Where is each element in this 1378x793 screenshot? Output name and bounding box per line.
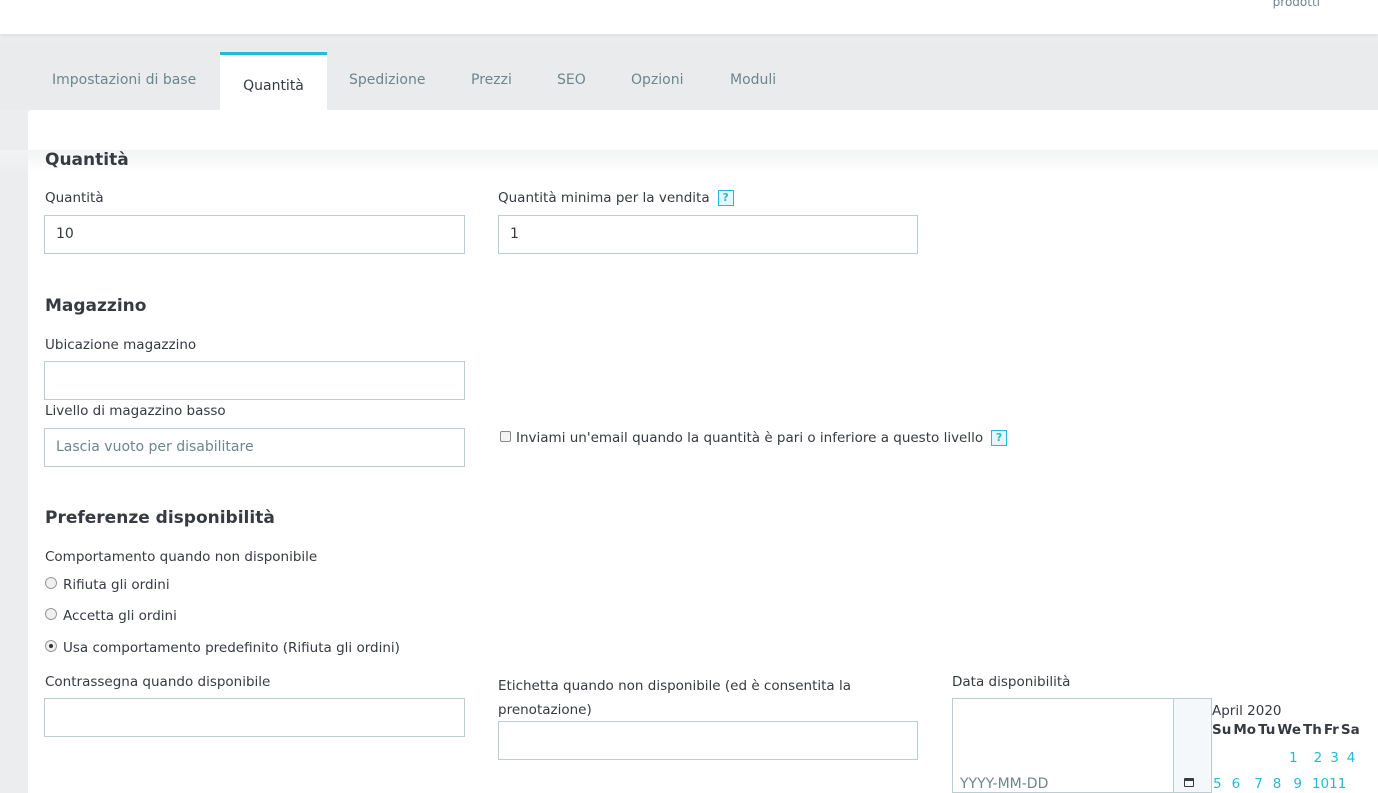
out-of-stock-label-line2: prenotazione) [498, 702, 592, 718]
day-cell[interactable]: 11 [1329, 776, 1346, 792]
weekday: Th [1302, 722, 1322, 738]
day-cell[interactable]: 6 [1232, 776, 1241, 792]
tab-seo[interactable]: SEO [536, 52, 607, 110]
weekday: We [1277, 722, 1301, 738]
stock-location-input[interactable] [44, 361, 465, 400]
tab-quantities[interactable]: Quantità [220, 52, 327, 110]
low-stock-input[interactable]: Lascia vuoto per disabilitare [44, 428, 465, 467]
in-stock-input[interactable] [44, 698, 465, 737]
date-placeholder: YYYY-MM-DD [960, 776, 1049, 792]
tab-prices[interactable]: Prezzi [450, 52, 533, 110]
weekday: Mo [1233, 722, 1257, 738]
day-cell[interactable]: 10 [1312, 776, 1329, 792]
quantities-heading: Quantità [45, 150, 129, 170]
out-of-stock-label: Etichetta quando non disponibile (ed è c… [498, 674, 918, 722]
weekday: Tu [1258, 722, 1276, 738]
day-cell[interactable]: 1 [1289, 750, 1298, 766]
radio-label: Rifiuta gli ordini [63, 577, 170, 593]
product-tabs: Impostazioni di base Quantità Spedizione… [0, 44, 1378, 110]
availability-heading: Preferenze disponibilità [45, 508, 275, 528]
radio-button[interactable] [45, 608, 57, 620]
radio-deny-orders[interactable]: Rifiuta gli ordini [45, 577, 170, 593]
tab-modules[interactable]: Moduli [709, 52, 797, 110]
weekday: Fr [1323, 722, 1339, 738]
day-cell[interactable]: 5 [1213, 776, 1222, 792]
min-quantity-input[interactable]: 1 [498, 215, 918, 254]
day-cell[interactable]: 4 [1347, 750, 1356, 766]
stock-location-label: Ubicazione magazzino [45, 337, 197, 353]
quantity-label: Quantità [45, 190, 104, 206]
day-cell[interactable]: 2 [1314, 750, 1323, 766]
radio-label: Accetta gli ordini [63, 608, 177, 624]
tab-basic-settings[interactable]: Impostazioni di base [31, 52, 217, 110]
out-of-stock-input[interactable] [498, 721, 918, 760]
email-alert-label: Inviami un'email quando la quantità è pa… [516, 430, 984, 446]
min-quantity-label-text: Quantità minima per la vendita [498, 190, 710, 206]
radio-default-behavior[interactable]: Usa comportamento predefinito (Rifiuta g… [45, 640, 400, 656]
low-stock-label: Livello di magazzino basso [45, 403, 226, 419]
calendar-icon[interactable] [1184, 778, 1194, 787]
datepicker-week-2: 5 6 7 8 9 1011 [1213, 776, 1346, 792]
stock-heading: Magazzino [45, 296, 147, 316]
email-alert-option[interactable]: Inviami un'email quando la quantità è pa… [500, 430, 1008, 446]
out-of-stock-label-line1: Etichetta quando non disponibile (ed è c… [498, 678, 851, 694]
availability-date-label: Data disponibilità [952, 674, 1071, 690]
help-icon[interactable]: ? [991, 430, 1008, 446]
datepicker: April 2020 Su Mo Tu We Th Fr Sa [1212, 700, 1378, 738]
weekday: Sa [1340, 722, 1360, 738]
radio-allow-orders[interactable]: Accetta gli ordini [45, 608, 177, 624]
radio-button[interactable] [45, 577, 57, 589]
radio-label: Usa comportamento predefinito (Rifiuta g… [63, 640, 400, 656]
day-cell[interactable]: 8 [1273, 776, 1282, 792]
day-cell[interactable]: 9 [1293, 776, 1302, 792]
datepicker-week-1: 1234 [1289, 750, 1355, 766]
weekday: Su [1212, 722, 1232, 738]
radio-button-checked[interactable] [45, 640, 57, 652]
quantity-input[interactable]: 10 [44, 215, 465, 254]
tab-options[interactable]: Opzioni [610, 52, 704, 110]
products-link[interactable]: prodotti [1273, 0, 1320, 9]
help-icon[interactable]: ? [717, 190, 734, 206]
day-cell[interactable]: 7 [1254, 776, 1263, 792]
day-cell[interactable]: 3 [1330, 750, 1339, 766]
in-stock-label: Contrassegna quando disponibile [45, 674, 271, 690]
min-quantity-label: Quantità minima per la vendita? [498, 190, 734, 206]
datepicker-weekdays: Su Mo Tu We Th Fr Sa [1212, 722, 1378, 738]
out-of-stock-behavior-label: Comportamento quando non disponibile [45, 549, 318, 565]
datepicker-month: April 2020 [1212, 703, 1282, 719]
email-alert-checkbox[interactable] [500, 430, 511, 442]
top-bar: prodotti [0, 0, 1378, 34]
tab-shipping[interactable]: Spedizione [328, 52, 446, 110]
